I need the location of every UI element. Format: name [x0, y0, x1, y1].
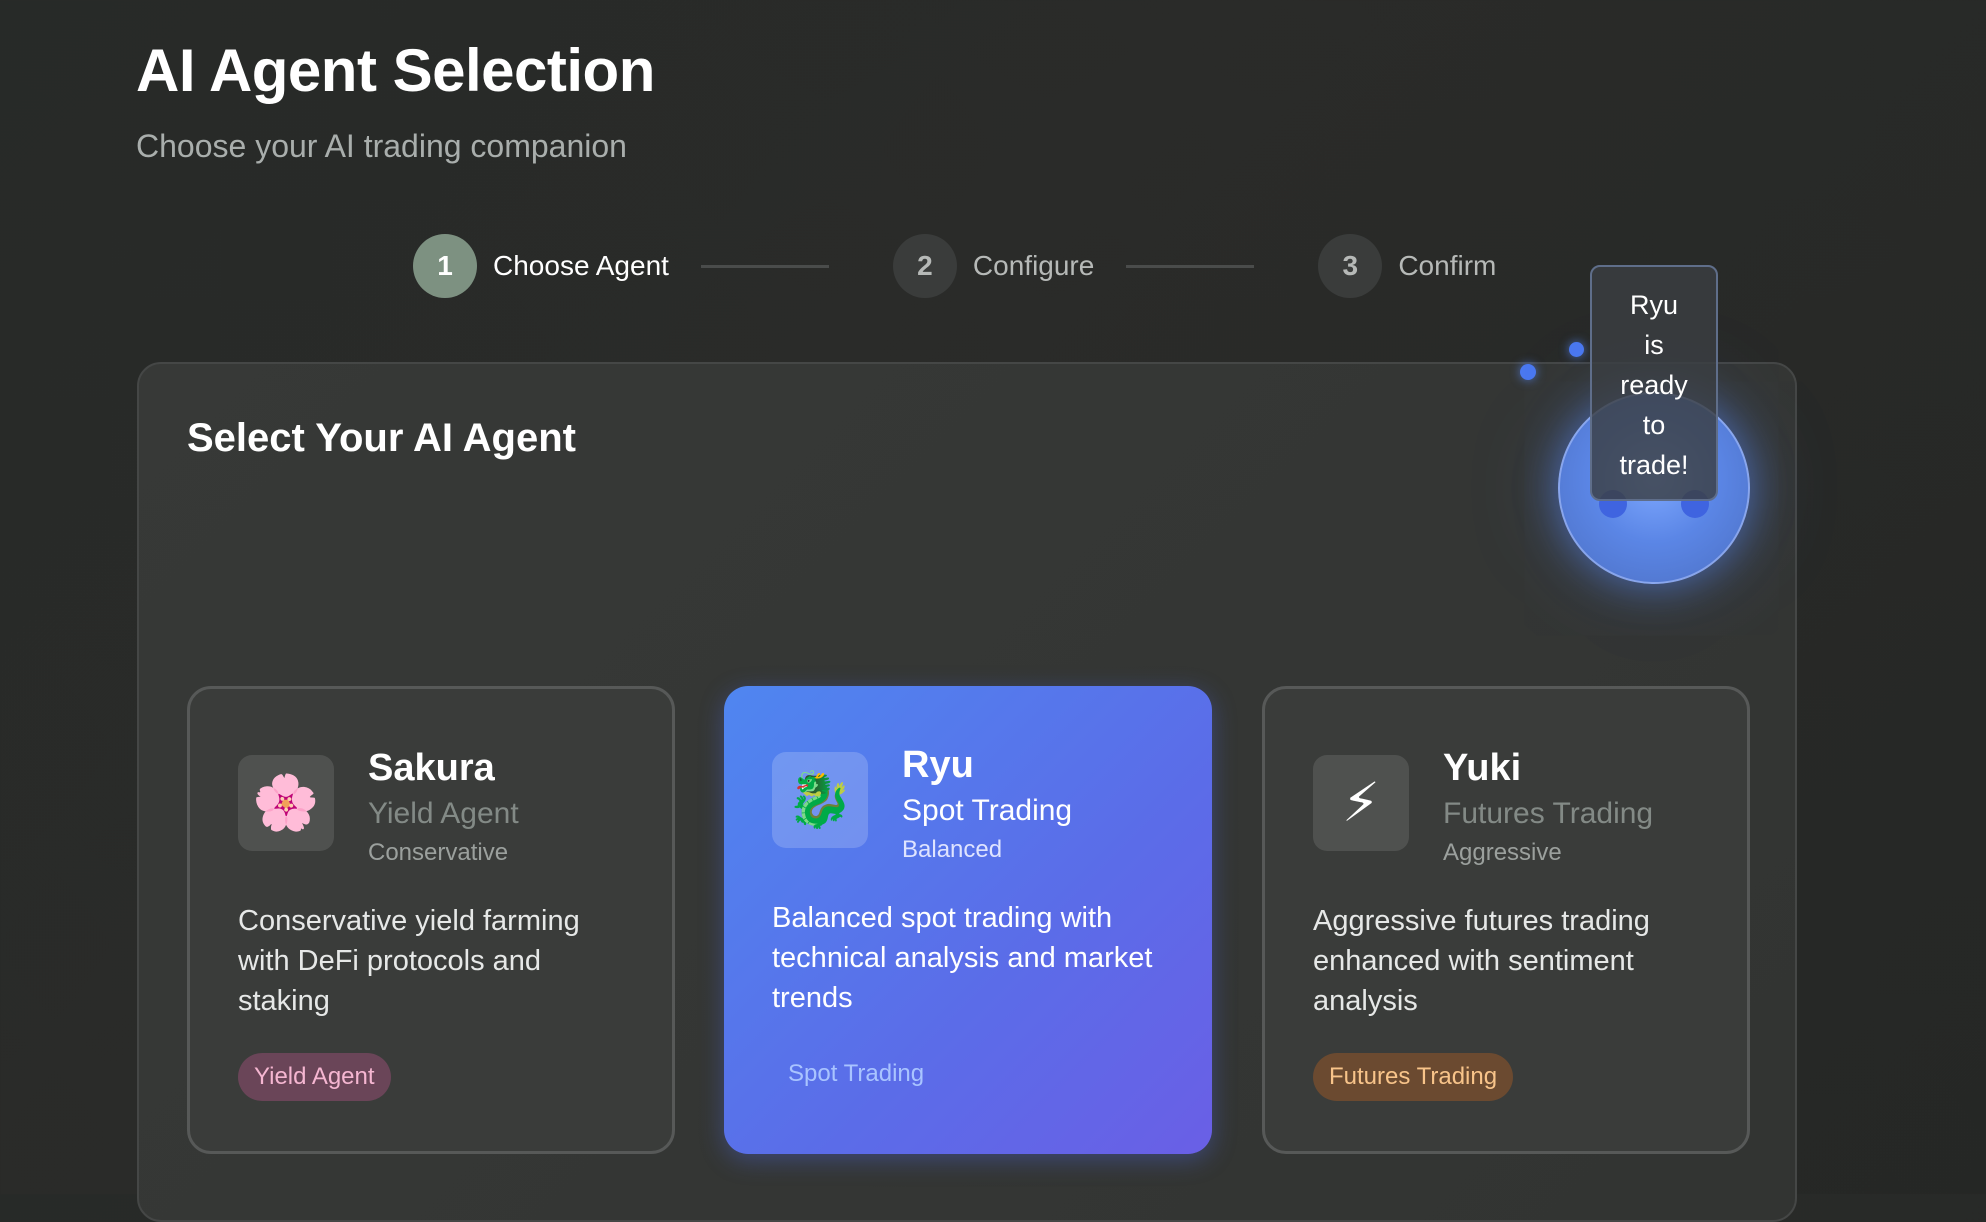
agent-risk-level: Balanced [902, 836, 1003, 863]
agent-type: Yield Agent [368, 797, 519, 830]
agent-risk-level: Aggressive [1443, 839, 1562, 866]
agent-tag: Yield Agent [238, 1053, 391, 1101]
agent-tag: Spot Trading [788, 1060, 925, 1087]
assistant-speech-bubble: Ryu is ready to trade! [1590, 265, 1718, 501]
step-connector [1126, 264, 1255, 268]
agent-type: Futures Trading [1443, 797, 1654, 830]
assistant-trail-dot [1520, 364, 1536, 380]
progress-stepper: 1 Choose Agent 2 Configure 3 Confirm [413, 234, 1496, 298]
step-confirm[interactable]: 3 Confirm [1318, 234, 1496, 298]
agent-description: Balanced spot trading with technical ana… [772, 902, 1153, 1014]
step-configure[interactable]: 2 Configure [892, 234, 1095, 298]
agent-name: Ryu [902, 744, 974, 786]
agent-name: Sakura [368, 747, 495, 789]
agent-card-yuki[interactable]: ⚡ Yuki Futures Trading Aggressive Aggres… [1262, 686, 1750, 1154]
step-choose-agent[interactable]: 1 Choose Agent [413, 234, 669, 298]
step-number: 1 [413, 234, 477, 298]
step-connector [700, 264, 829, 268]
assistant-trail-dot [1569, 342, 1584, 357]
page-subtitle: Choose your AI trading companion [136, 128, 627, 164]
step-number: 2 [892, 234, 957, 298]
agent-risk-level: Conservative [368, 839, 509, 866]
agent-card-ryu[interactable]: 🐉 Ryu Spot Trading Balanced Balanced spo… [724, 686, 1212, 1154]
page-title: AI Agent Selection [136, 37, 655, 104]
step-label: Configure [972, 250, 1095, 281]
lightning-icon: ⚡ [1313, 755, 1409, 851]
agent-card-sakura[interactable]: 🌸 Sakura Yield Agent Conservative Conser… [187, 686, 675, 1154]
agent-name: Yuki [1443, 747, 1522, 789]
step-number: 3 [1318, 234, 1383, 298]
cherry-blossom-icon: 🌸 [238, 755, 334, 851]
step-label: Choose Agent [493, 250, 669, 281]
agent-type: Spot Trading [902, 794, 1073, 827]
agent-tag: Futures Trading [1313, 1053, 1514, 1101]
step-label: Confirm [1398, 250, 1497, 281]
dragon-icon: 🐉 [772, 752, 868, 848]
agent-description: Conservative yield farming with DeFi pro… [238, 905, 580, 1017]
panel-title: Select Your AI Agent [187, 416, 576, 460]
agent-selection-panel: Select Your AI Agent 🌸 Sakura Yield Agen… [137, 362, 1797, 1222]
agent-description: Aggressive futures trading enhanced with… [1313, 905, 1650, 1017]
